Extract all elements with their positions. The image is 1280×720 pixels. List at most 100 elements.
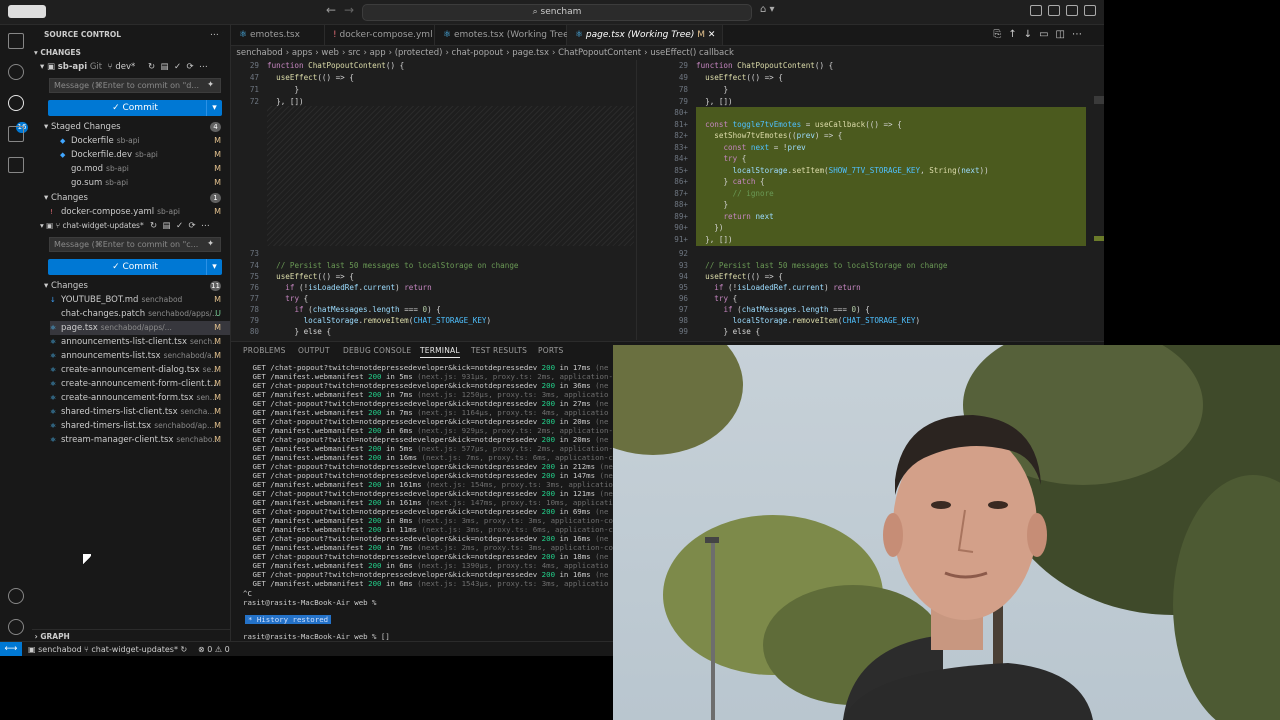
tsx-file-icon: ⚛ — [50, 324, 57, 332]
changes-section-header[interactable]: ▾ CHANGES — [34, 46, 232, 60]
refresh-icon[interactable]: ⟳ — [187, 62, 194, 72]
terminal-prompt-current[interactable]: rasit@rasits-MacBook-Air web % [] — [243, 632, 390, 641]
panel-tab-ports[interactable]: PORTS — [538, 346, 563, 355]
list-item[interactable]: go.mod sb-api M — [60, 162, 230, 176]
run-debug-icon[interactable] — [8, 126, 24, 142]
arrow-left-icon[interactable]: ← — [326, 3, 336, 17]
open-file-icon[interactable]: ⎘ — [993, 29, 1001, 40]
editor-tab-bar: ⚛ emotes.tsx ! docker-compose.yml ⚛ emot… — [231, 25, 1104, 46]
tab-page-working-tree[interactable]: ⚛ page.tsx (Working Tree) M ✕ — [567, 25, 723, 45]
sparkle-icon[interactable]: ✦ — [207, 78, 221, 92]
breadcrumb-item[interactable]: app — [370, 48, 386, 58]
list-item[interactable]: ↓ YOUTUBE_BOT.md senchabod M — [50, 293, 230, 307]
list-item[interactable]: ! docker-compose.yaml sb-api M — [50, 205, 230, 219]
breadcrumb-item[interactable]: page.tsx — [512, 48, 549, 58]
tab-emotes[interactable]: ⚛ emotes.tsx — [231, 25, 325, 45]
arrow-right-icon[interactable]: → — [344, 3, 354, 17]
sync-icon[interactable]: ↻ — [148, 62, 155, 72]
breadcrumb-item[interactable]: apps — [292, 48, 312, 58]
breadcrumb-item[interactable]: chat-popout — [452, 48, 504, 58]
sync-icon[interactable]: ↻ — [150, 221, 157, 231]
stage-icon[interactable]: ▤ — [161, 62, 169, 72]
changes-group-header[interactable]: ▾ Changes 1 — [44, 191, 230, 205]
tab-docker-compose[interactable]: ! docker-compose.yml — [325, 25, 435, 45]
commit-button[interactable]: ✓ Commit ▾ — [48, 259, 222, 275]
more-icon[interactable]: ⋯ — [201, 221, 210, 231]
file-name: go.sum — [71, 178, 103, 188]
more-icon[interactable]: ⋯ — [199, 62, 208, 72]
extensions-icon[interactable] — [8, 157, 24, 173]
split-editor-icon[interactable]: ◫ — [1056, 29, 1065, 40]
stage-icon[interactable]: ▤ — [163, 221, 171, 231]
more-actions-icon[interactable]: ⋯ — [210, 28, 224, 42]
list-item[interactable]: ⚛ create-announcement-form-client.t... M — [50, 377, 230, 391]
list-item[interactable]: ◆ Dockerfile sb-api M — [60, 134, 230, 148]
terminal-line: GET /manifest.webmanifest 200 in 5ms (ne… — [248, 372, 613, 381]
commit-message-input[interactable]: Message (⌘Enter to commit on "c... — [49, 237, 221, 252]
arrow-down-icon[interactable]: ↓ — [1024, 29, 1032, 40]
status-branch[interactable]: ⑂ chat-widget-updates* ↻ — [84, 642, 187, 656]
panel-tab-problems[interactable]: PROBLEMS — [243, 346, 286, 355]
source-control-icon[interactable] — [8, 95, 24, 111]
tsx-file-icon: ⚛ — [50, 366, 57, 374]
list-item[interactable]: chat-changes.patch senchabod/apps/... U — [50, 307, 230, 321]
breadcrumb-item[interactable]: web — [321, 48, 339, 58]
file-name: create-announcement-form.tsx — [61, 393, 194, 403]
sparkle-icon[interactable]: ✦ — [207, 237, 221, 251]
more-icon[interactable]: ⋯ — [1072, 29, 1082, 40]
manage-gear-icon[interactable] — [8, 619, 24, 635]
toggle-secondary-sidebar-icon[interactable] — [1066, 5, 1078, 16]
check-icon[interactable]: ✓ — [176, 221, 183, 231]
commit-button[interactable]: ✓ Commit ▾ — [48, 100, 222, 116]
list-item[interactable]: ⚛ announcements-list.tsx senchabod/a... M — [50, 349, 230, 363]
commit-message-input[interactable]: Message (⌘Enter to commit on "d... — [49, 78, 221, 93]
panel-tab-debug-console[interactable]: DEBUG CONSOLE — [343, 346, 411, 355]
markdown-file-icon: ↓ — [50, 296, 56, 304]
customize-layout-icon[interactable] — [1084, 5, 1096, 16]
scrollbar-thumb[interactable] — [1094, 96, 1104, 104]
list-item[interactable]: ⚛ announcements-list-client.tsx sench... M — [50, 335, 230, 349]
arrow-up-icon[interactable]: ↑ — [1008, 29, 1016, 40]
status-problems[interactable]: ⊗ 0 ⚠ 0 — [198, 642, 230, 656]
status-repo[interactable]: ▣ senchabod — [28, 642, 82, 656]
tab-emotes-working-tree[interactable]: ⚛ emotes.tsx (Working Tree) — [435, 25, 572, 45]
toggle-primary-sidebar-icon[interactable] — [1030, 5, 1042, 16]
list-item[interactable]: ⚛ page.tsx senchabod/apps/... M — [50, 321, 230, 335]
refresh-icon[interactable]: ⟳ — [189, 221, 196, 231]
webcam-overlay — [613, 345, 1280, 720]
diff-original-pane[interactable]: 29 function ChatPopoutContent() { 47 useE… — [231, 60, 636, 340]
staged-changes-header[interactable]: ▾ Staged Changes 4 — [44, 120, 230, 134]
breadcrumb-item[interactable]: useEffect() callback — [650, 48, 734, 58]
list-item[interactable]: ⚛ create-announcement-dialog.tsx se... M — [50, 363, 230, 377]
sync-icon[interactable]: ↻ — [181, 645, 188, 654]
remote-icon[interactable]: ⟷ — [0, 642, 22, 656]
command-center-search[interactable]: ⌕ sencham — [362, 4, 752, 21]
diff-modified-pane[interactable]: 29 function ChatPopoutContent() { 49 useE… — [660, 60, 1104, 340]
chevron-down-icon[interactable]: ▾ — [206, 259, 222, 275]
changes-group-header[interactable]: ▾ Changes 11 — [44, 279, 230, 293]
breadcrumb-item[interactable]: ChatPopoutContent — [558, 48, 641, 58]
close-icon[interactable]: ✕ — [708, 30, 716, 40]
list-item[interactable]: ⚛ shared-timers-list.tsx senchabod/ap... M — [50, 419, 230, 433]
panel-tab-output[interactable]: OUTPUT — [298, 346, 330, 355]
list-item[interactable]: go.sum sb-api M — [60, 176, 230, 190]
panel-tab-test-results[interactable]: TEST RESULTS — [471, 346, 527, 355]
toggle-panel-icon[interactable] — [1048, 5, 1060, 16]
check-icon[interactable]: ✓ — [174, 62, 181, 72]
list-item[interactable]: ◆ Dockerfile.dev sb-api M — [60, 148, 230, 162]
explorer-icon[interactable] — [8, 33, 24, 49]
panel-tab-terminal[interactable]: TERMINAL — [420, 346, 460, 358]
breadcrumb-item[interactable]: src — [348, 48, 360, 58]
breadcrumb-item[interactable]: (protected) — [395, 48, 443, 58]
breadcrumb-item[interactable]: senchabod — [236, 48, 282, 58]
search-icon[interactable] — [8, 64, 24, 80]
chevron-down-icon[interactable]: ▾ — [206, 100, 222, 116]
toggle-sidebar-icon[interactable] — [8, 5, 46, 18]
account-icon[interactable] — [8, 588, 24, 604]
staged-count-badge: 4 — [210, 122, 221, 132]
copilot-icon[interactable]: ⌂ ▾ — [760, 4, 775, 15]
list-item[interactable]: ⚛ shared-timers-list-client.tsx sencha... M — [50, 405, 230, 419]
list-item[interactable]: ⚛ create-announcement-form.tsx sen... M — [50, 391, 230, 405]
list-item[interactable]: ⚛ stream-manager-client.tsx senchabo... M — [50, 433, 230, 447]
toggle-inline-icon[interactable]: ▭ — [1039, 29, 1048, 40]
